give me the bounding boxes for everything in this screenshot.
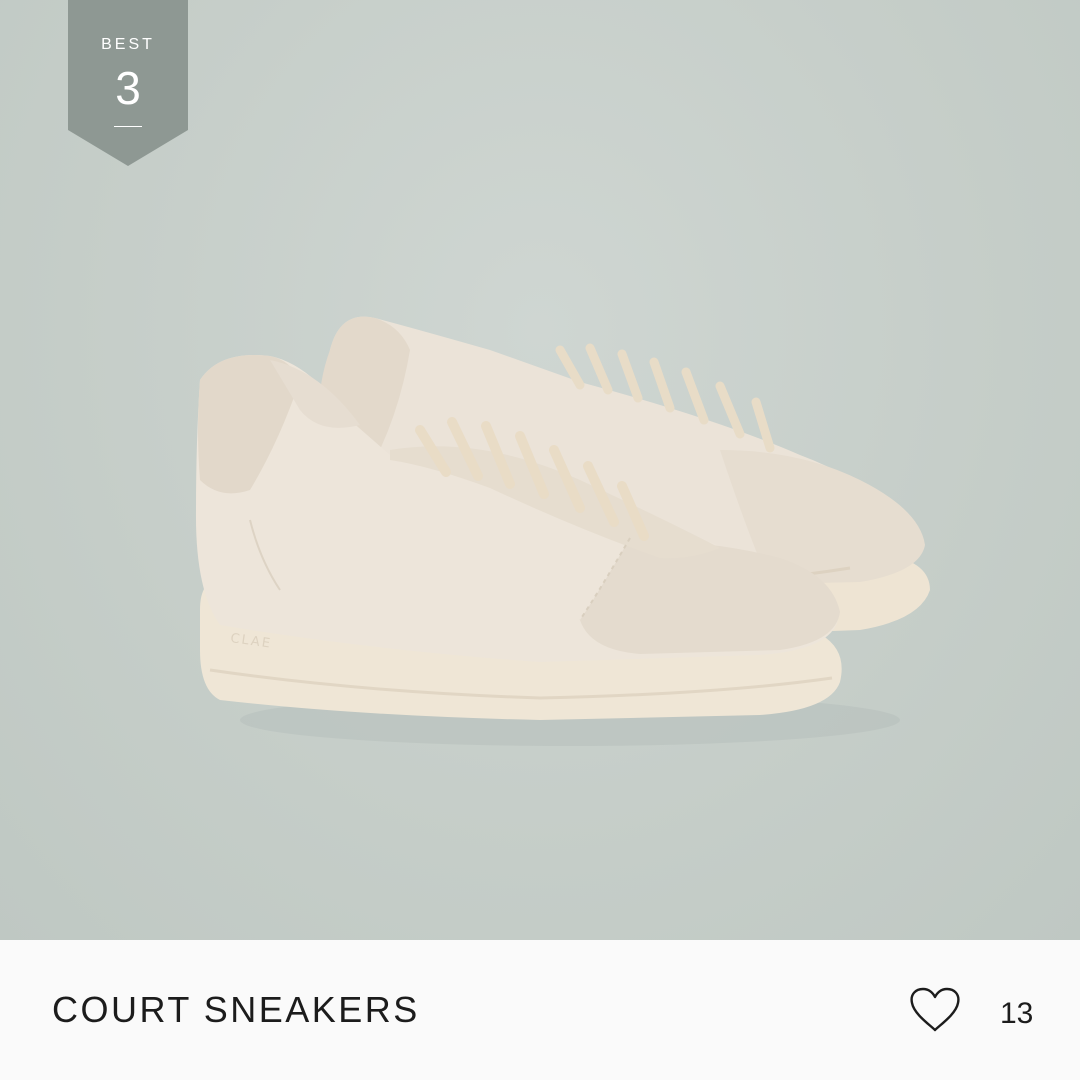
like-count: 13 [1000,997,1034,1030]
rank-label: BEST [101,36,155,53]
like-button[interactable] [908,986,962,1034]
product-card[interactable]: BEST 3 CLAE COURT SNEAKERS 13 [0,0,1080,1080]
product-name[interactable]: COURT SNEAKERS [52,988,420,1032]
sneaker-image: CLAE [195,316,930,746]
rank-badge: BEST 3 [68,0,188,166]
rank-number: 3 [115,62,141,114]
heart-outline-icon[interactable] [908,986,962,1034]
rank-underline [114,126,142,127]
product-photo[interactable]: BEST 3 CLAE [0,0,1080,940]
